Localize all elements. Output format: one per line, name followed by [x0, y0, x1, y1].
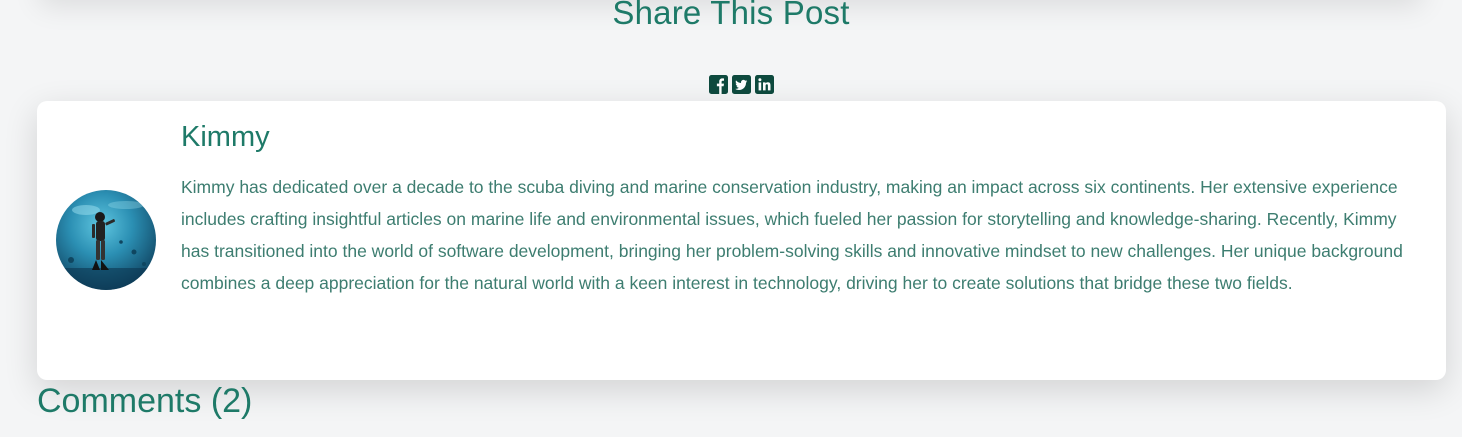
facebook-icon[interactable]: [709, 75, 728, 94]
twitter-icon[interactable]: [732, 75, 751, 94]
author-card: Kimmy Kimmy has dedicated over a decade …: [37, 101, 1446, 380]
linkedin-icon[interactable]: [755, 75, 774, 94]
share-title: Share This Post: [612, 0, 850, 31]
avatar: [56, 190, 156, 290]
author-name: Kimmy: [181, 121, 270, 153]
share-icons: [709, 75, 774, 94]
comments-title: Comments (2): [37, 382, 253, 420]
author-bio: Kimmy has dedicated over a decade to the…: [181, 177, 1403, 293]
